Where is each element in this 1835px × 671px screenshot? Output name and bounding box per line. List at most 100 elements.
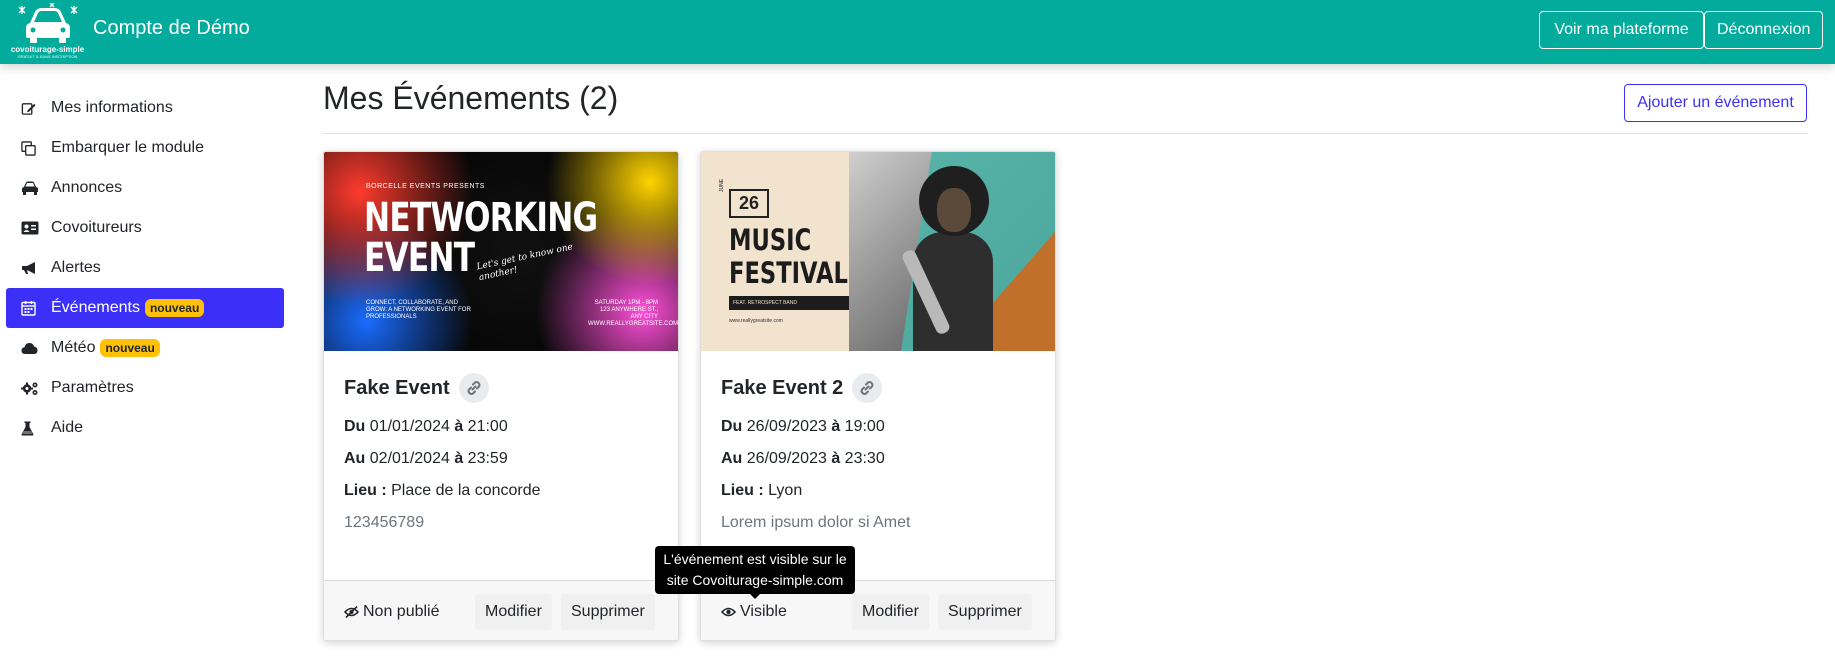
brand-logo[interactable]: covoiturage-simple GRATUIT & SANS INSCRI… bbox=[10, 2, 85, 59]
at-label: à bbox=[831, 450, 841, 467]
event-description: Lorem ipsum dolor si Amet bbox=[721, 514, 911, 531]
edit-icon bbox=[21, 100, 45, 116]
at-label: à bbox=[454, 450, 464, 467]
poster-month: JUNE bbox=[719, 178, 725, 192]
megaphone-icon bbox=[21, 260, 45, 276]
end-time: 23:59 bbox=[467, 450, 508, 467]
tooltip-arrow bbox=[749, 593, 761, 599]
car-icon bbox=[21, 180, 45, 196]
sidebar-item-label: Annonces bbox=[51, 179, 123, 196]
event-start: Du 26/09/2023 à 19:00 bbox=[721, 417, 1041, 437]
end-date: 26/09/2023 bbox=[746, 450, 827, 467]
logo-text: covoiturage-simple bbox=[10, 45, 85, 54]
eye-slash-icon bbox=[344, 606, 359, 618]
poster-headline-line1: MUSIC bbox=[729, 223, 812, 257]
end-label: Au bbox=[344, 450, 366, 467]
car-logo-icon bbox=[18, 2, 78, 43]
poster-footer-right: SATURDAY 1PM - 8PM 123 ANYWHERE ST., ANY… bbox=[588, 300, 678, 327]
flask-icon bbox=[21, 420, 45, 436]
sidebar-item-embarquer-module[interactable]: Embarquer le module bbox=[6, 128, 284, 168]
start-label: Du bbox=[721, 418, 743, 435]
event-card: BORCELLE EVENTS PRESENTS NETWORKING EVEN… bbox=[323, 151, 679, 641]
end-date: 02/01/2024 bbox=[369, 450, 450, 467]
event-start: Du 01/01/2024 à 21:00 bbox=[344, 417, 664, 437]
edit-button[interactable]: Modifier bbox=[852, 594, 929, 630]
at-label: à bbox=[831, 418, 841, 435]
sidebar-nav: Mes informations Embarquer le module Ann… bbox=[6, 88, 284, 448]
logo-subtext: GRATUIT & SANS INSCRIPTION bbox=[17, 54, 78, 59]
calendar-icon bbox=[21, 300, 45, 316]
view-platform-button[interactable]: Voir ma plateforme bbox=[1539, 11, 1704, 49]
page-title: Mes Événements (2) bbox=[323, 80, 619, 116]
account-title: Compte de Démo bbox=[93, 17, 250, 39]
new-badge: nouveau bbox=[144, 299, 205, 317]
publication-status[interactable]: Non publié bbox=[344, 603, 440, 621]
cloud-icon bbox=[21, 340, 45, 356]
event-place: Lieu : Place de la concorde bbox=[344, 481, 664, 501]
event-title: Fake Event bbox=[344, 376, 450, 399]
add-event-button[interactable]: Ajouter un événement bbox=[1624, 84, 1807, 122]
sidebar-item-label: Embarquer le module bbox=[51, 139, 204, 156]
event-end: Au 02/01/2024 à 23:59 bbox=[344, 449, 664, 469]
link-icon[interactable] bbox=[852, 373, 883, 403]
event-poster-image: JUNE 26 MUSIC FESTIVAL FEAT. RETROSPECT … bbox=[701, 152, 1055, 351]
end-label: Au bbox=[721, 450, 743, 467]
new-badge: nouveau bbox=[100, 339, 160, 357]
start-date: 01/01/2024 bbox=[369, 418, 450, 435]
sidebar-item-annonces[interactable]: Annonces bbox=[6, 168, 284, 208]
sidebar-item-parametres[interactable]: Paramètres bbox=[6, 368, 284, 408]
delete-button[interactable]: Supprimer bbox=[561, 594, 655, 630]
sidebar-item-meteo[interactable]: Météo nouveau bbox=[6, 328, 284, 368]
status-label: Visible bbox=[740, 603, 787, 620]
logout-button[interactable]: Déconnexion bbox=[1704, 11, 1823, 49]
gears-icon bbox=[21, 380, 45, 396]
sidebar-item-label: Covoitureurs bbox=[51, 219, 142, 236]
start-label: Du bbox=[344, 418, 366, 435]
sidebar-item-covoitureurs[interactable]: Covoitureurs bbox=[6, 208, 284, 248]
end-time: 23:30 bbox=[844, 450, 885, 467]
delete-button[interactable]: Supprimer bbox=[938, 594, 1032, 630]
link-icon[interactable] bbox=[458, 373, 489, 403]
poster-footer-left: CONNECT, COLLABORATE, AND GROW: A NETWOR… bbox=[366, 300, 471, 320]
event-card-footer: Non publié Modifier Supprimer bbox=[324, 580, 678, 640]
sidebar-item-evenements[interactable]: Événements nouveau bbox=[6, 288, 284, 328]
top-navbar: covoiturage-simple GRATUIT & SANS INSCRI… bbox=[0, 0, 1835, 64]
sidebar-item-label: Mes informations bbox=[51, 99, 173, 116]
place-label: Lieu : bbox=[721, 482, 764, 499]
event-card-body: Fake Event Du 01/01/2024 à 21:00 Au 02/0… bbox=[344, 371, 664, 533]
poster-feat: FEAT. RETROSPECT BAND bbox=[729, 296, 849, 310]
start-time: 21:00 bbox=[467, 418, 508, 435]
poster-url: www.reallygreatsite.com bbox=[729, 318, 783, 324]
status-label: Non publié bbox=[363, 603, 440, 620]
start-time: 19:00 bbox=[844, 418, 885, 435]
visibility-tooltip: L'événement est visible sur le site Covo… bbox=[655, 546, 855, 599]
publication-status[interactable]: Visible bbox=[721, 603, 787, 621]
sidebar-item-label: Météo bbox=[51, 339, 96, 356]
sidebar-item-label: Événements bbox=[51, 299, 140, 316]
event-title: Fake Event 2 bbox=[721, 376, 844, 399]
sidebar-item-aide[interactable]: Aide bbox=[6, 408, 284, 448]
event-card-body: Fake Event 2 Du 26/09/2023 à 19:00 Au 26… bbox=[721, 371, 1041, 533]
copy-icon bbox=[21, 140, 45, 156]
event-poster-image: BORCELLE EVENTS PRESENTS NETWORKING EVEN… bbox=[324, 152, 678, 351]
poster-headline: MUSIC FESTIVAL bbox=[729, 224, 848, 290]
start-date: 26/09/2023 bbox=[746, 418, 827, 435]
eye-icon bbox=[721, 606, 736, 618]
poster-presents: BORCELLE EVENTS PRESENTS bbox=[366, 183, 485, 190]
sidebar-item-label: Aide bbox=[51, 419, 84, 436]
poster-headline-line1: NETWORKING bbox=[364, 195, 598, 241]
place-label: Lieu : bbox=[344, 482, 387, 499]
at-label: à bbox=[454, 418, 464, 435]
edit-button[interactable]: Modifier bbox=[475, 594, 552, 630]
poster-day: 26 bbox=[729, 189, 769, 218]
sidebar-item-alertes[interactable]: Alertes bbox=[6, 248, 284, 288]
poster-headline-line2: FESTIVAL bbox=[729, 256, 848, 290]
event-end: Au 26/09/2023 à 23:30 bbox=[721, 449, 1041, 469]
place-value: Place de la concorde bbox=[391, 482, 541, 499]
tooltip-line2: site Covoiturage-simple.com bbox=[666, 572, 844, 588]
tooltip-line1: L'événement est visible sur le bbox=[663, 551, 847, 567]
divider bbox=[323, 133, 1808, 134]
sidebar-item-mes-informations[interactable]: Mes informations bbox=[6, 88, 284, 128]
place-value: Lyon bbox=[768, 482, 803, 499]
id-card-icon bbox=[21, 220, 45, 236]
